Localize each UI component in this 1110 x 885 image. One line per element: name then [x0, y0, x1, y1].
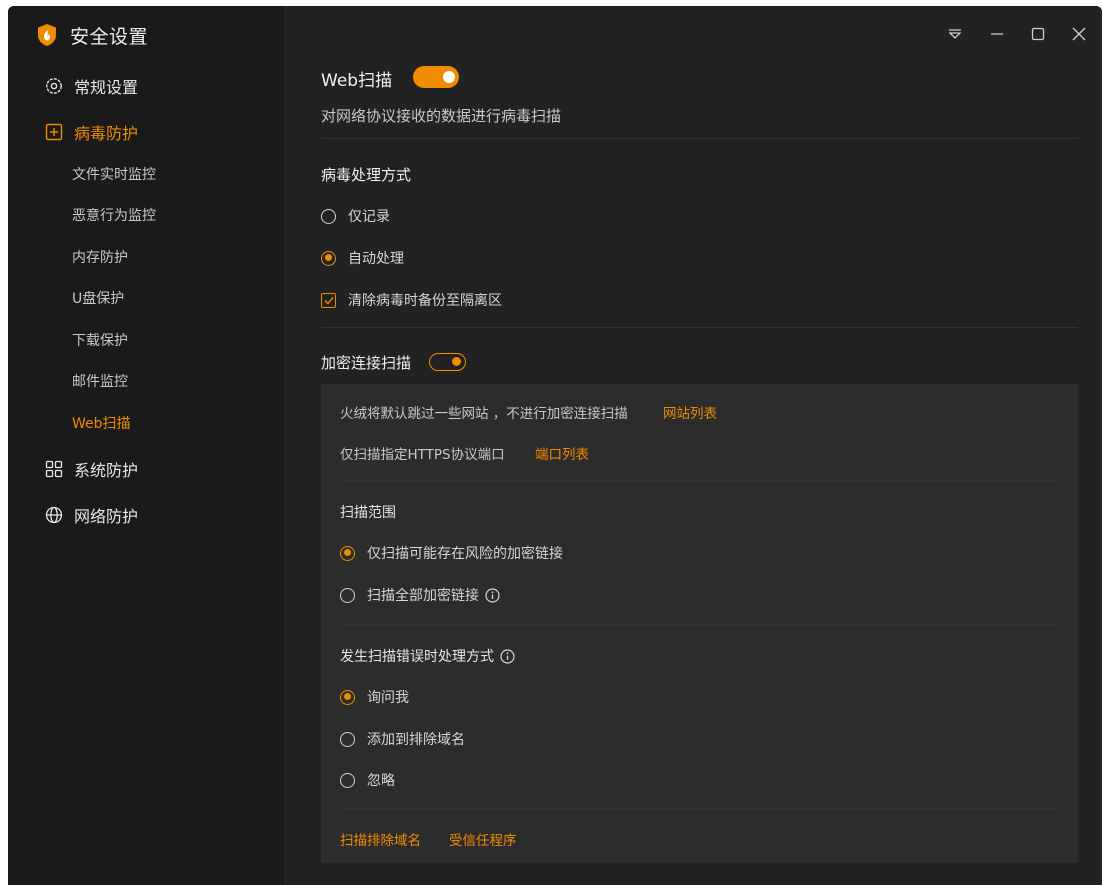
sub-item-download-protection[interactable]: 下载保护: [72, 331, 128, 351]
gear-icon: [44, 76, 64, 96]
app-header: 安全设置: [36, 22, 148, 48]
radio-all-links[interactable]: 扫描全部加密链接: [340, 585, 500, 605]
radio-button: [321, 208, 336, 224]
grid-icon: [44, 459, 64, 479]
sub-item-mail-monitor[interactable]: 邮件监控: [72, 372, 128, 392]
option-label: 添加到排除域名: [367, 732, 465, 748]
option-label: 自动处理: [348, 251, 404, 267]
encrypted-scan-toggle[interactable]: [429, 353, 466, 371]
radio-record-only[interactable]: 仅记录: [321, 206, 390, 226]
radio-ignore[interactable]: 忽略: [340, 770, 395, 790]
check-icon: [324, 296, 334, 305]
site-list-link[interactable]: 网站列表: [663, 402, 717, 422]
skip-sites-text: 火绒将默认跳过一些网站 ，不进行加密连接扫描: [340, 406, 628, 422]
divider: [340, 480, 1059, 481]
settings-window: 安全设置 常规设置 病毒防护 文件实时监控 恶意行为监控 内存防护 U盘保护 下…: [8, 6, 1102, 885]
page-title: Web扫描: [321, 71, 393, 91]
close-icon[interactable]: [1068, 24, 1090, 44]
radio-button: [321, 250, 336, 266]
option-label: 仅扫描可能存在风险的加密链接: [367, 546, 563, 562]
sidebar-item-virus-protection[interactable]: 病毒防护: [44, 119, 138, 145]
radio-button: [340, 545, 355, 561]
option-label: 扫描全部加密链接: [367, 588, 479, 604]
toggle-knob: [443, 71, 455, 83]
divider: [340, 624, 1059, 625]
checkbox-backup-quarantine[interactable]: 清除病毒时备份至隔离区: [321, 290, 502, 310]
sidebar-item-network-protection[interactable]: 网络防护: [44, 502, 138, 528]
maximize-icon[interactable]: [1027, 24, 1049, 44]
scan-scope-label: 扫描范围: [340, 505, 396, 521]
divider: [340, 808, 1059, 809]
radio-auto-handle[interactable]: 自动处理: [321, 248, 404, 268]
option-label: 清除病毒时备份至隔离区: [348, 293, 502, 309]
page-description: 对网络协议接收的数据进行病毒扫描: [321, 107, 562, 125]
scan-scope-title: 扫描范围: [340, 502, 396, 522]
sub-item-memory-protection[interactable]: 内存防护: [72, 248, 128, 268]
trusted-programs-link[interactable]: 受信任程序: [449, 829, 517, 849]
option-label: 仅记录: [348, 209, 390, 225]
info-icon[interactable]: [500, 648, 515, 664]
error-handling-title: 发生扫描错误时处理方式: [340, 646, 515, 666]
radio-button: [340, 731, 355, 747]
sidebar-item-label: 系统防护: [74, 461, 139, 480]
sidebar-item-general[interactable]: 常规设置: [44, 73, 138, 99]
globe-icon: [44, 505, 64, 525]
option-label: 询问我: [367, 690, 409, 706]
sub-item-web-scan[interactable]: Web扫描: [72, 414, 131, 434]
info-icon[interactable]: [485, 587, 500, 603]
handling-title: 病毒处理方式: [321, 166, 412, 184]
radio-button: [340, 772, 355, 788]
plus-box-icon: [44, 122, 64, 142]
sidebar-item-system-protection[interactable]: 系统防护: [44, 456, 138, 482]
divider: [321, 138, 1078, 139]
sub-item-behavior-monitor[interactable]: 恶意行为监控: [72, 206, 156, 226]
sidebar-item-label: 病毒防护: [74, 124, 139, 143]
excluded-domains-link[interactable]: 扫描排除域名: [340, 829, 421, 849]
radio-button: [340, 587, 355, 603]
radio-ask-me[interactable]: 询问我: [340, 687, 409, 707]
port-list-link[interactable]: 端口列表: [535, 443, 589, 463]
main-content: Web扫描 对网络协议接收的数据进行病毒扫描 病毒处理方式 仅记录 自动处理 清…: [284, 6, 1102, 885]
sidebar-item-label: 网络防护: [74, 507, 139, 526]
sub-item-usb-protection[interactable]: U盘保护: [72, 289, 124, 309]
shield-logo-icon: [38, 24, 56, 46]
checkbox: [321, 292, 336, 308]
divider: [321, 327, 1078, 328]
encrypted-scan-panel: 火绒将默认跳过一些网站 ，不进行加密连接扫描 网站列表 仅扫描指定HTTPS协议…: [321, 384, 1078, 863]
https-port-text: 仅扫描指定HTTPS协议端口: [340, 447, 505, 463]
minimize-icon[interactable]: [986, 24, 1008, 44]
toggle-knob: [452, 357, 461, 366]
sidebar-item-label: 常规设置: [74, 78, 139, 97]
radio-button: [340, 689, 355, 705]
sidebar: 安全设置 常规设置 病毒防护 文件实时监控 恶意行为监控 内存防护 U盘保护 下…: [8, 6, 284, 885]
radio-risky-links-only[interactable]: 仅扫描可能存在风险的加密链接: [340, 543, 563, 563]
web-scan-toggle[interactable]: [413, 66, 459, 88]
app-title: 安全设置: [70, 25, 149, 48]
encrypted-scan-title: 加密连接扫描: [321, 354, 412, 372]
sub-item-file-monitor[interactable]: 文件实时监控: [72, 165, 156, 185]
radio-add-to-exclusion[interactable]: 添加到排除域名: [340, 729, 465, 749]
error-handling-label: 发生扫描错误时处理方式: [340, 649, 494, 665]
option-label: 忽略: [367, 773, 395, 789]
menu-dropdown-icon[interactable]: [944, 24, 966, 44]
